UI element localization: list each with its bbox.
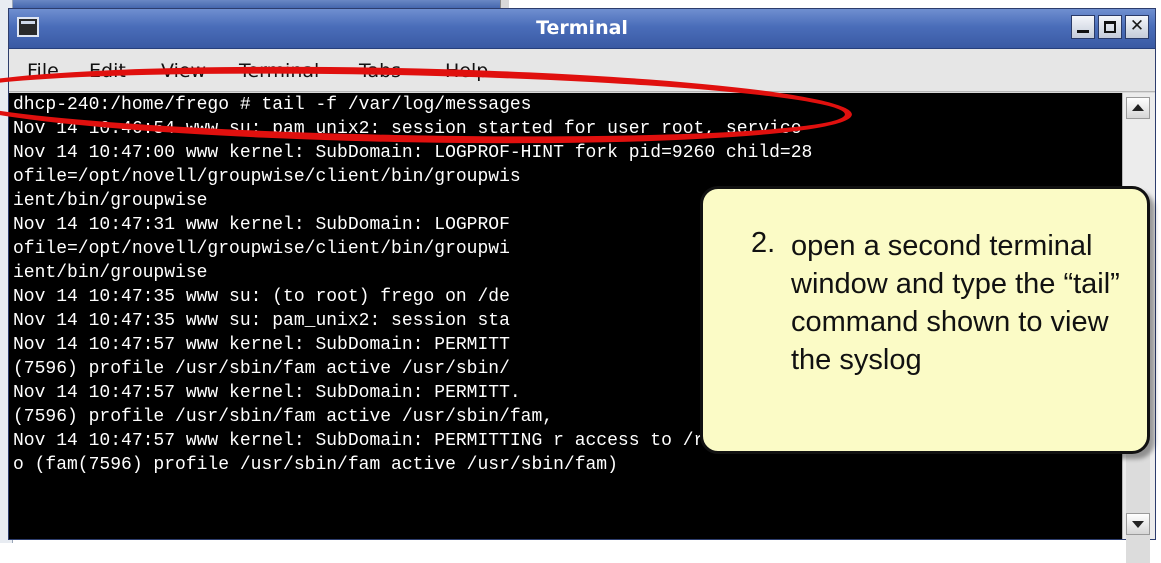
close-icon: ✕ xyxy=(1129,16,1145,36)
terminal-line: (7596) profile /usr/sbin/fam active /usr… xyxy=(13,407,554,427)
maximize-button[interactable] xyxy=(1098,15,1122,39)
terminal-line: Nov 14 10:47:35 www su: (to root) frego … xyxy=(13,287,510,307)
menu-help[interactable]: Help xyxy=(445,60,488,82)
terminal-line: ofile=/opt/novell/groupwise/client/bin/g… xyxy=(13,167,521,187)
minimize-button[interactable] xyxy=(1071,15,1095,39)
terminal-line: dhcp-240:/home/frego # tail -f /var/log/… xyxy=(13,95,532,115)
terminal-line: ient/bin/groupwise xyxy=(13,191,208,211)
maximize-icon xyxy=(1104,21,1116,33)
terminal-line: Nov 14 10:46:54 www su: pam_unix2: sessi… xyxy=(13,119,802,139)
instruction-callout: 2. open a second terminal window and typ… xyxy=(700,186,1150,454)
terminal-line: Nov 14 10:47:35 www su: pam_unix2: sessi… xyxy=(13,311,510,331)
terminal-line: Nov 14 10:47:57 www kernel: SubDomain: P… xyxy=(13,383,521,403)
terminal-line: Nov 14 10:47:57 www kernel: SubDomain: P… xyxy=(13,335,510,355)
minimize-icon xyxy=(1077,30,1089,33)
terminal-line: Nov 14 10:47:00 www kernel: SubDomain: L… xyxy=(13,143,813,163)
scroll-down-button[interactable] xyxy=(1126,513,1150,535)
terminal-line: Nov 14 10:47:57 www kernel: SubDomain: P… xyxy=(13,431,813,451)
menu-bar: File Edit View Terminal Tabs Help xyxy=(9,49,1155,92)
callout-text: open a second terminal window and type t… xyxy=(791,230,1120,376)
terminal-line: (7596) profile /usr/sbin/fam active /usr… xyxy=(13,359,510,379)
window-title: Terminal xyxy=(536,17,628,39)
terminal-line: o (fam(7596) profile /usr/sbin/fam activ… xyxy=(13,455,618,475)
callout-step-number: 2. xyxy=(751,227,776,259)
terminal-line: Nov 14 10:47:31 www kernel: SubDomain: L… xyxy=(13,215,510,235)
terminal-line: ient/bin/groupwise xyxy=(13,263,208,283)
menu-terminal[interactable]: Terminal xyxy=(239,60,319,82)
menu-tabs[interactable]: Tabs xyxy=(359,60,401,82)
menu-edit[interactable]: Edit xyxy=(89,60,126,82)
terminal-line: ofile=/opt/novell/groupwise/client/bin/g… xyxy=(13,239,510,259)
menu-view[interactable]: View xyxy=(161,60,206,82)
title-bar[interactable]: Terminal ✕ xyxy=(9,9,1155,49)
menu-file[interactable]: File xyxy=(27,60,59,82)
close-button[interactable]: ✕ xyxy=(1125,15,1149,39)
scroll-up-button[interactable] xyxy=(1126,97,1150,119)
